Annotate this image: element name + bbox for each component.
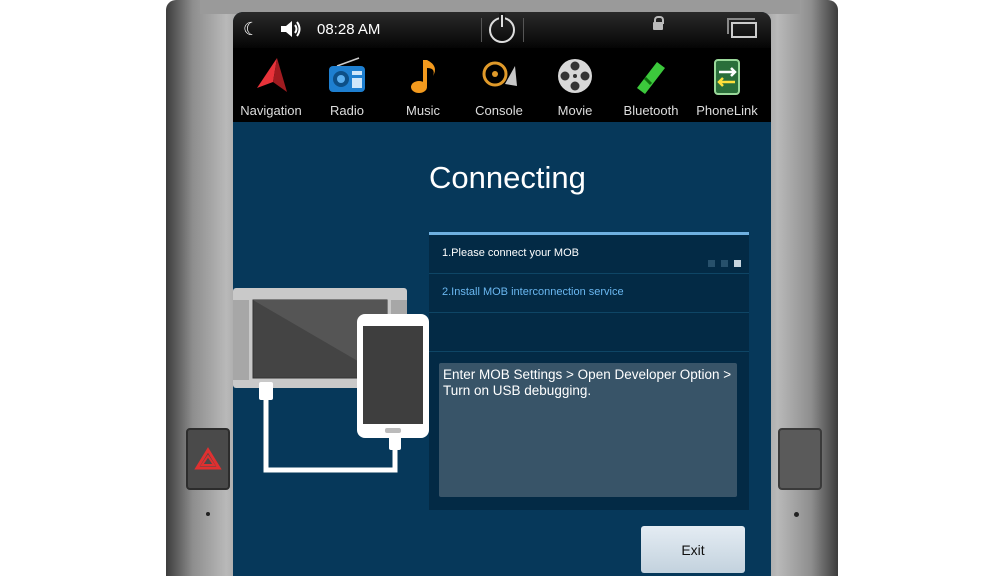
- divider: [523, 18, 524, 42]
- app-phonelink[interactable]: PhoneLink: [689, 48, 765, 122]
- app-music[interactable]: Music: [385, 48, 461, 122]
- app-movie[interactable]: Movie: [537, 48, 613, 122]
- app-label: Console: [475, 103, 523, 118]
- instruction-box: Enter MOB Settings > Open Developer Opti…: [439, 363, 737, 497]
- power-icon[interactable]: [489, 15, 515, 43]
- step-item: 2.Install MOB interconnection service: [429, 274, 749, 313]
- app-console[interactable]: Console: [461, 48, 537, 122]
- volume-icon[interactable]: [279, 18, 303, 44]
- radio-icon: [329, 57, 365, 92]
- app-label: Bluetooth: [623, 103, 679, 118]
- step-text: 2.Install MOB interconnection service: [442, 286, 624, 298]
- app-bluetooth[interactable]: Bluetooth: [613, 48, 689, 122]
- app-label: PhoneLink: [696, 103, 758, 118]
- bluetooth-icon: [637, 62, 665, 94]
- microphone-hole: [206, 512, 210, 516]
- app-radio[interactable]: Radio: [309, 48, 385, 122]
- phonelink-icon: [714, 59, 740, 95]
- lock-icon: [653, 16, 664, 30]
- step-item: 1.Please connect your MOB: [429, 235, 749, 274]
- app-bar: Navigation Radio Music Console Movie Blu…: [233, 48, 771, 122]
- divider: [481, 18, 482, 42]
- connecting-page: Connecting 1.Please connect your MOB 2.I…: [233, 122, 771, 576]
- side-button-right[interactable]: [778, 428, 822, 490]
- reset-hole: [794, 512, 799, 517]
- console-icon: [482, 61, 517, 87]
- screen: ☾ 08:28 AM Navigation Radio Music Consol…: [233, 12, 771, 576]
- hazard-icon: [194, 447, 222, 470]
- movie-icon: [558, 59, 592, 93]
- app-label: Movie: [557, 103, 593, 118]
- exit-button[interactable]: Exit: [641, 526, 745, 573]
- page-title: Connecting: [429, 160, 586, 195]
- status-bar: ☾ 08:28 AM: [233, 12, 771, 48]
- app-label: Music: [406, 103, 440, 118]
- step-item-empty: [429, 313, 749, 352]
- progress-dots: [702, 252, 741, 271]
- instruction-text: Enter MOB Settings > Open Developer Opti…: [443, 367, 732, 398]
- app-label: Navigation: [240, 103, 302, 118]
- steps-panel: 1.Please connect your MOB 2.Install MOB …: [429, 232, 749, 510]
- moon-icon: ☾: [243, 19, 260, 40]
- hazard-button[interactable]: [186, 428, 230, 490]
- music-icon: [411, 60, 435, 93]
- app-navigation[interactable]: Navigation: [233, 48, 309, 122]
- navigation-icon: [257, 58, 287, 92]
- phone-connection-illustration: [233, 288, 429, 473]
- step-text: 1.Please connect your MOB: [442, 247, 579, 259]
- app-label: Radio: [330, 103, 364, 118]
- window-icon[interactable]: [727, 18, 757, 38]
- status-time: 08:28 AM: [317, 21, 381, 38]
